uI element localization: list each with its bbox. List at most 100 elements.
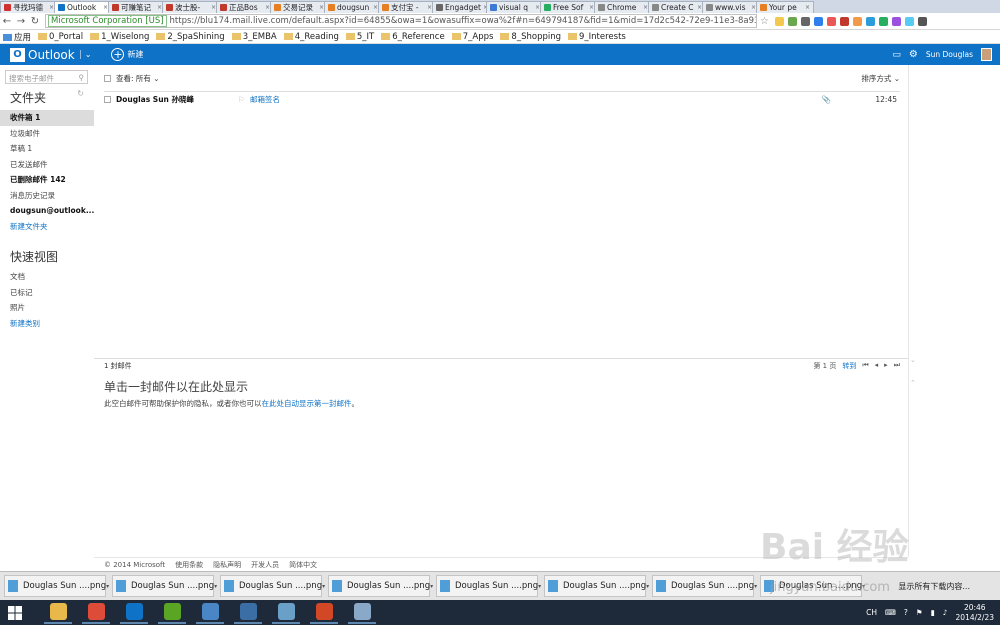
bookmark-item[interactable]: 7_Apps (451, 32, 493, 42)
folder-item[interactable]: dougsun@outlook.... (0, 203, 94, 219)
download-item[interactable]: Douglas Sun ....png ▾ (436, 575, 541, 597)
extension-icon[interactable] (774, 16, 784, 26)
extension-icon[interactable] (800, 16, 810, 26)
select-all-checkbox[interactable] (104, 74, 111, 82)
folder-item[interactable]: 草稿 1 (0, 141, 94, 157)
first-page-icon[interactable]: ⏮ (862, 361, 868, 371)
chevron-down-icon[interactable]: ⌄ (910, 356, 916, 364)
clock[interactable]: 20:46 2014/2/23 (956, 603, 994, 623)
browser-tab[interactable]: Chrome × (594, 1, 652, 13)
extension-icon[interactable] (813, 16, 823, 26)
browser-tab[interactable]: 波士股- × (162, 1, 220, 13)
footer-link[interactable]: 使用条款 (175, 560, 203, 570)
app-9-taskbar-button[interactable] (348, 602, 376, 624)
browser-tab[interactable]: 正品Bos × (216, 1, 274, 13)
file-explorer-taskbar-button[interactable] (44, 602, 72, 624)
bookmark-item[interactable]: 6_Reference (381, 32, 445, 42)
chevron-down-icon[interactable]: ▾ (538, 583, 543, 590)
powerpoint-taskbar-button[interactable] (310, 602, 338, 624)
extension-icon[interactable] (904, 16, 914, 26)
bookmark-item[interactable]: 9_Interests (568, 32, 626, 42)
bookmark-item[interactable]: 2_SpaShining (156, 32, 225, 42)
chevron-down-icon[interactable]: ▾ (754, 583, 759, 590)
ev-certificate-badge[interactable]: Microsoft Corporation [US] (48, 15, 167, 27)
folder-item[interactable]: 已删除邮件 142 (0, 172, 94, 188)
extension-icon[interactable] (878, 16, 888, 26)
chevron-down-icon[interactable]: ⌄ (79, 50, 91, 59)
extension-icon[interactable] (891, 16, 901, 26)
chevron-down-icon[interactable]: ▾ (214, 583, 219, 590)
show-first-message-link[interactable]: 在此处自动显示第一封邮件 (262, 399, 352, 408)
user-name[interactable]: Sun Douglas (926, 50, 973, 59)
search-icon[interactable]: ⚲ (79, 73, 85, 82)
chevron-down-icon[interactable]: ▾ (322, 583, 327, 590)
bookmark-star-icon[interactable]: ☆ (760, 16, 769, 27)
extension-icon[interactable] (865, 16, 875, 26)
prev-page-icon[interactable]: ◂ (875, 361, 879, 371)
download-item[interactable]: Douglas Sun ....png ▾ (544, 575, 649, 597)
app-5-taskbar-button[interactable] (196, 602, 224, 624)
download-item[interactable]: Douglas Sun ....png ▾ (652, 575, 757, 597)
start-button[interactable] (0, 605, 30, 620)
extension-icon[interactable] (839, 16, 849, 26)
gear-icon[interactable]: ⚙ (909, 49, 918, 60)
flag-icon[interactable]: ⚑ (916, 608, 923, 617)
browser-tab[interactable]: Your pe × (756, 1, 814, 13)
browser-tab[interactable]: 交易记录 × (270, 1, 328, 13)
download-item[interactable]: Douglas Sun ....png ▾ (220, 575, 325, 597)
ime-indicator[interactable]: CH (866, 608, 877, 617)
browser-tab[interactable]: visual q × (486, 1, 544, 13)
last-page-icon[interactable]: ⏭ (894, 361, 900, 371)
evernote-taskbar-button[interactable] (158, 602, 186, 624)
extension-icon[interactable] (852, 16, 862, 26)
quickview-item[interactable]: 新建类别 (0, 316, 94, 332)
show-all-downloads-link[interactable]: 显示所有下载内容... (898, 581, 1000, 592)
folders-heading[interactable]: 文件夹 ↻ (0, 84, 94, 106)
folder-item[interactable]: 收件箱 1 (0, 110, 94, 126)
browser-tab[interactable]: 支付宝 - × (378, 1, 436, 13)
download-item[interactable]: Douglas Sun ....png ▾ (112, 575, 217, 597)
keyboard-icon[interactable]: ⌨ (885, 608, 896, 617)
chat-icon[interactable]: ▭ (892, 50, 901, 60)
footer-link[interactable]: 简体中文 (289, 560, 317, 570)
flag-icon[interactable]: ⚐ (238, 95, 250, 104)
browser-tab[interactable]: 寻找玛德 × (0, 1, 58, 13)
sort-dropdown[interactable]: 排序方式 ⌄ (861, 73, 900, 84)
chevron-up-icon[interactable]: ⌃ (910, 379, 916, 387)
folder-item[interactable]: 垃圾邮件 (0, 126, 94, 142)
vertical-scrollbar[interactable]: ⌄ ⌃ (908, 65, 918, 557)
chevron-down-icon[interactable]: ▾ (430, 583, 435, 590)
forward-icon[interactable]: → (14, 16, 28, 27)
browser-tab[interactable]: dougsun × (324, 1, 382, 13)
browser-tab[interactable]: Engadget× (432, 1, 490, 13)
next-page-icon[interactable]: ▸ (884, 361, 888, 371)
bookmark-item[interactable]: 8_Shopping (500, 32, 561, 42)
message-row[interactable]: Douglas Sun 孙晓峰 ⚐ 邮箱签名 📎 12:45 (104, 91, 900, 107)
browser-tab[interactable]: 可赚笔记 × (108, 1, 166, 13)
menu-icon[interactable] (917, 16, 927, 26)
address-bar[interactable]: Microsoft Corporation [US] https://blu17… (45, 14, 757, 28)
volume-icon[interactable]: ♪ (943, 608, 948, 617)
browser-tab[interactable]: Create C × (648, 1, 706, 13)
bookmark-item[interactable]: 5_IT (345, 32, 374, 42)
bookmark-item[interactable]: 0_Portal (38, 32, 83, 42)
chevron-down-icon[interactable]: ▾ (646, 583, 651, 590)
footer-link[interactable]: 隐私声明 (213, 560, 241, 570)
browser-tab[interactable]: Outlook × (54, 1, 112, 13)
app-6-taskbar-button[interactable] (234, 602, 262, 624)
app-7-taskbar-button[interactable] (272, 602, 300, 624)
browser-tab[interactable]: www.vis × (702, 1, 760, 13)
bookmark-item[interactable]: 应用 (3, 31, 31, 43)
back-icon[interactable]: ← (0, 16, 14, 27)
quickview-item[interactable]: 文档 (0, 269, 94, 285)
bookmark-item[interactable]: 1_Wiselong (90, 32, 149, 42)
extension-icon[interactable] (826, 16, 836, 26)
bookmark-item[interactable]: 4_Reading (283, 32, 339, 42)
network-icon[interactable]: ▮ (931, 608, 935, 617)
new-message-button[interactable]: + 新建 (111, 48, 143, 61)
browser-tab[interactable]: Free Sof × (540, 1, 598, 13)
outlook-logo[interactable]: O Outlook ⌄ (0, 47, 91, 62)
quickviews-heading[interactable]: 快速视图 (0, 234, 94, 265)
message-checkbox[interactable] (104, 96, 111, 103)
reload-icon[interactable]: ↻ (28, 16, 42, 27)
